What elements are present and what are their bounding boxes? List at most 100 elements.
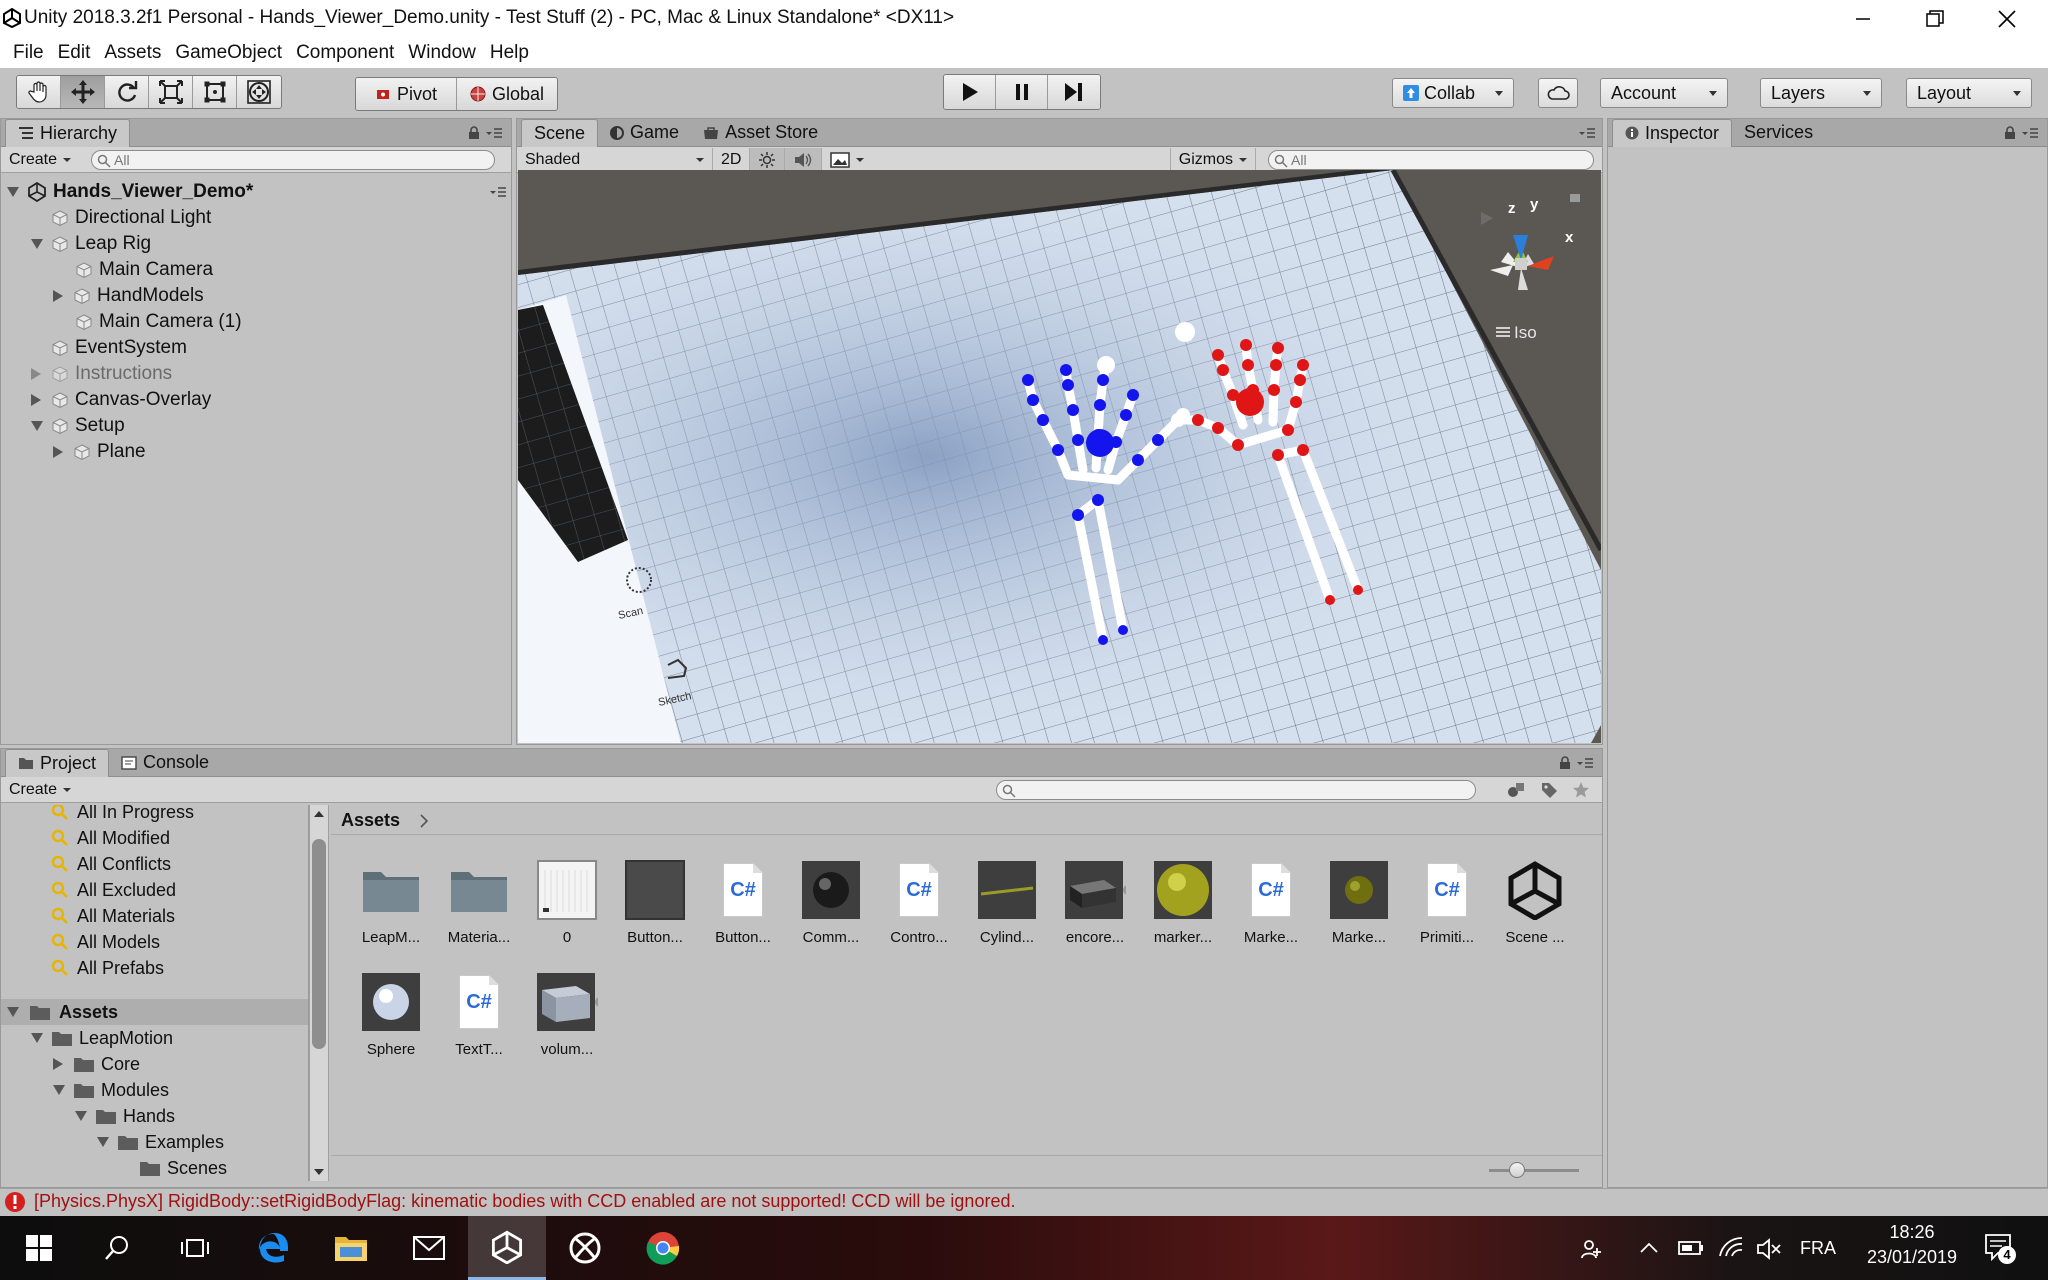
hierarchy-item[interactable]: Main Camera: [75, 257, 213, 283]
asset-tile[interactable]: Cylind...: [967, 859, 1047, 946]
wifi-icon[interactable]: [1718, 1236, 1744, 1258]
slider-thumb[interactable]: [1509, 1162, 1525, 1178]
star-icon[interactable]: [1572, 781, 1590, 799]
pause-button[interactable]: [996, 75, 1048, 109]
lock-icon[interactable]: [1558, 755, 1572, 770]
favorite-item[interactable]: All Prefabs: [51, 955, 164, 981]
menu-help[interactable]: Help: [483, 38, 536, 68]
expand-arrow-icon[interactable]: [31, 368, 41, 380]
folder-item[interactable]: Modules: [53, 1077, 169, 1103]
hierarchy-item[interactable]: Main Camera (1): [75, 309, 242, 335]
file-explorer-app[interactable]: [312, 1216, 390, 1280]
tab-project[interactable]: Project: [5, 748, 110, 777]
hierarchy-item[interactable]: Canvas-Overlay: [31, 387, 211, 413]
breadcrumb-assets[interactable]: Assets: [341, 810, 400, 831]
assets-root-row[interactable]: Assets: [1, 999, 308, 1025]
tab-inspector[interactable]: Inspector: [1612, 118, 1733, 147]
unity-app[interactable]: [468, 1216, 546, 1280]
rotate-tool-icon[interactable]: [105, 76, 149, 108]
expand-arrow-icon[interactable]: [53, 290, 63, 302]
start-button[interactable]: [0, 1216, 78, 1280]
scene-root-row[interactable]: Hands_Viewer_Demo*: [7, 179, 507, 205]
asset-tile[interactable]: Button...: [615, 859, 695, 946]
language-indicator[interactable]: FRA: [1800, 1238, 1836, 1259]
asset-tile[interactable]: C# Marke...: [1231, 859, 1311, 946]
volume-muted-icon[interactable]: [1756, 1238, 1782, 1260]
asset-tile[interactable]: 0: [527, 859, 607, 946]
expand-arrow-icon[interactable]: [53, 446, 63, 458]
icon-size-slider[interactable]: [1489, 1169, 1579, 1172]
create-button[interactable]: Create: [1, 151, 79, 169]
folder-item[interactable]: Hands: [75, 1103, 175, 1129]
collapse-arrow-icon[interactable]: [31, 421, 43, 431]
tab-asset-store[interactable]: Asset Store: [691, 119, 830, 147]
minimize-button[interactable]: [1828, 0, 1898, 38]
chevron-up-icon[interactable]: [1640, 1242, 1658, 1254]
project-search-input[interactable]: [996, 779, 1476, 800]
collapse-arrow-icon[interactable]: [53, 1085, 65, 1095]
hierarchy-item[interactable]: EventSystem: [51, 335, 187, 361]
collapse-arrow-icon[interactable]: [75, 1111, 87, 1121]
scene-search-input[interactable]: All: [1268, 149, 1594, 170]
favorite-item[interactable]: All Modified: [51, 825, 170, 851]
label-tag-icon[interactable]: [1540, 781, 1558, 799]
menu-component[interactable]: Component: [289, 38, 401, 68]
folder-item[interactable]: LeapMotion: [31, 1025, 173, 1051]
audio-toggle[interactable]: [785, 147, 823, 172]
layout-dropdown[interactable]: Layout: [1906, 78, 2032, 108]
hierarchy-item[interactable]: Leap Rig: [31, 231, 151, 257]
asset-tile[interactable]: LeapM...: [351, 859, 431, 946]
menu-icon[interactable]: [485, 126, 503, 140]
tab-hierarchy[interactable]: Hierarchy: [5, 118, 131, 147]
favorite-item[interactable]: All In Progress: [51, 805, 194, 825]
collab-dropdown[interactable]: Collab: [1392, 78, 1514, 108]
asset-tile[interactable]: C# Button...: [703, 859, 783, 946]
create-button[interactable]: Create: [1, 781, 79, 799]
asset-tile[interactable]: Sphere: [351, 971, 431, 1058]
collapse-arrow-icon[interactable]: [7, 187, 19, 197]
collapse-arrow-icon[interactable]: [31, 1033, 43, 1043]
expand-arrow-icon[interactable]: [31, 394, 41, 406]
scrollbar-thumb[interactable]: [312, 839, 326, 1049]
expand-arrow-icon[interactable]: [53, 1058, 63, 1070]
menu-icon[interactable]: [1578, 126, 1596, 140]
menu-window[interactable]: Window: [401, 38, 483, 68]
pivot-toggle[interactable]: Pivot: [356, 78, 457, 110]
collapse-arrow-icon[interactable]: [97, 1137, 109, 1147]
asset-tile[interactable]: Comm...: [791, 859, 871, 946]
lighting-toggle[interactable]: [750, 147, 786, 172]
folder-item[interactable]: Scenes: [139, 1155, 227, 1181]
tab-game[interactable]: Game: [598, 119, 691, 147]
favorite-item[interactable]: All Excluded: [51, 877, 176, 903]
cloud-button[interactable]: [1538, 78, 1578, 108]
action-center-button[interactable]: 4: [1984, 1232, 2016, 1264]
move-tool-icon[interactable]: [61, 76, 105, 108]
layers-dropdown[interactable]: Layers: [1760, 78, 1882, 108]
asset-tile[interactable]: Materia...: [439, 859, 519, 946]
asset-tile[interactable]: volum...: [527, 971, 607, 1058]
task-view-button[interactable]: [156, 1216, 234, 1280]
asset-tile[interactable]: C# Contro...: [879, 859, 959, 946]
lock-icon[interactable]: [467, 125, 481, 140]
hierarchy-item[interactable]: HandModels: [53, 283, 204, 309]
scroll-up-icon[interactable]: [310, 807, 328, 821]
scene-canvas[interactable]: Scan Sketch x y z Iso: [518, 170, 1601, 743]
favorite-item[interactable]: All Conflicts: [51, 851, 171, 877]
search-button[interactable]: [78, 1216, 156, 1280]
hierarchy-item[interactable]: Plane: [53, 439, 146, 465]
chrome-app[interactable]: [624, 1216, 702, 1280]
step-button[interactable]: [1048, 75, 1100, 109]
menu-icon[interactable]: [2021, 126, 2039, 140]
restore-button[interactable]: [1900, 0, 1970, 38]
menu-gameobject[interactable]: GameObject: [168, 38, 289, 68]
scale-tool-icon[interactable]: [149, 76, 193, 108]
asset-tile[interactable]: C# TextT...: [439, 971, 519, 1058]
battery-icon[interactable]: [1678, 1240, 1704, 1256]
menu-file[interactable]: File: [6, 38, 51, 68]
favorite-item[interactable]: All Models: [51, 929, 160, 955]
asset-tile[interactable]: encore...: [1055, 859, 1135, 946]
lock-icon[interactable]: [2003, 125, 2017, 140]
account-dropdown[interactable]: Account: [1600, 78, 1728, 108]
hand-tool-icon[interactable]: [17, 76, 61, 108]
xbox-app[interactable]: [546, 1216, 624, 1280]
